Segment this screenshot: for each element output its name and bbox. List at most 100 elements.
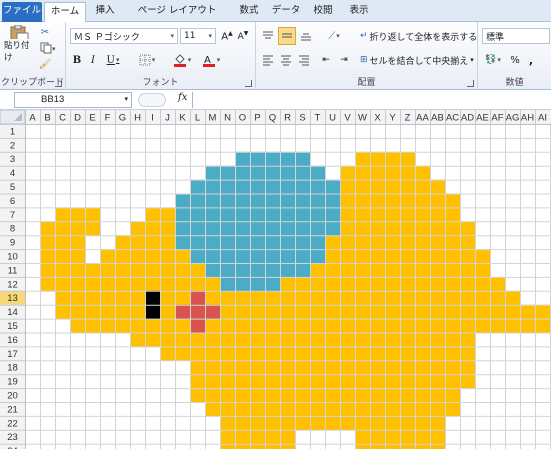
filled-cell-body[interactable]	[490, 318, 506, 333]
grow-font-button[interactable]: A▲	[220, 28, 234, 44]
filled-cell-body[interactable]	[370, 207, 386, 222]
tab-formulas[interactable]: 数式	[232, 2, 266, 22]
filled-cell-body[interactable]	[325, 263, 341, 278]
tab-data[interactable]: データ	[268, 2, 304, 22]
filled-cell-body[interactable]	[430, 388, 446, 403]
cut-button[interactable]: ✂	[38, 26, 52, 38]
filled-cell-ear[interactable]	[280, 235, 296, 250]
number-format-select[interactable]: 標準	[482, 28, 550, 44]
filled-cell-body[interactable]	[235, 304, 251, 319]
filled-cell-body[interactable]	[370, 235, 386, 250]
filled-cell-body[interactable]	[400, 415, 416, 431]
filled-cell-body[interactable]	[430, 290, 446, 305]
filled-cell-body[interactable]	[280, 318, 296, 333]
filled-cell-body[interactable]	[415, 235, 431, 250]
filled-cell-body[interactable]	[235, 332, 251, 347]
filled-cell-body[interactable]	[220, 346, 236, 361]
filled-cell-body[interactable]	[445, 332, 461, 347]
filled-cell-ear[interactable]	[220, 276, 236, 292]
filled-cell-body[interactable]	[220, 402, 236, 417]
fill-color-button[interactable]	[168, 52, 196, 68]
filled-cell-ear[interactable]	[175, 207, 191, 222]
filled-cell-ear[interactable]	[235, 207, 251, 222]
filled-cell-body[interactable]	[385, 276, 401, 292]
filled-cell-ear[interactable]	[250, 249, 266, 264]
row-header-15[interactable]: 15	[7, 321, 18, 332]
filled-cell-ear[interactable]	[175, 235, 191, 250]
filled-cell-body[interactable]	[415, 374, 431, 389]
filled-cell-body[interactable]	[385, 290, 401, 305]
filled-cell-body[interactable]	[160, 290, 176, 305]
filled-cell-body[interactable]	[85, 221, 101, 236]
filled-cell-body[interactable]	[100, 304, 116, 319]
filled-cell-body[interactable]	[400, 318, 416, 333]
filled-cell-ear[interactable]	[205, 249, 221, 264]
filled-cell-body[interactable]	[250, 415, 266, 431]
filled-cell-body[interactable]	[295, 290, 311, 305]
filled-cell-body[interactable]	[445, 221, 461, 236]
filled-cell-body[interactable]	[415, 402, 431, 417]
filled-cell-body[interactable]	[160, 221, 176, 236]
filled-cell-body[interactable]	[310, 346, 326, 361]
filled-cell-ear[interactable]	[190, 193, 206, 208]
filled-cell-ear[interactable]	[295, 221, 311, 236]
filled-cell-body[interactable]	[460, 304, 476, 319]
filled-cell-body[interactable]	[430, 221, 446, 236]
filled-cell-body[interactable]	[400, 165, 416, 180]
filled-cell-body[interactable]	[415, 221, 431, 236]
filled-cell-ear[interactable]	[190, 235, 206, 250]
filled-cell-body[interactable]	[145, 235, 161, 250]
filled-cell-body[interactable]	[280, 346, 296, 361]
filled-cell-body[interactable]	[205, 318, 221, 333]
column-header-u[interactable]: U	[329, 113, 336, 124]
filled-cell-body[interactable]	[250, 360, 266, 375]
column-header-h[interactable]: H	[134, 113, 141, 124]
filled-cell-body[interactable]	[145, 249, 161, 264]
filled-cell-body[interactable]	[370, 249, 386, 264]
filled-cell-body[interactable]	[475, 304, 491, 319]
filled-cell-body[interactable]	[400, 332, 416, 347]
filled-cell-body[interactable]	[385, 304, 401, 319]
filled-cell-body[interactable]	[460, 346, 476, 361]
filled-cell-body[interactable]	[475, 276, 491, 292]
row-header-9[interactable]: 9	[10, 238, 15, 249]
filled-cell-body[interactable]	[370, 193, 386, 208]
filled-cell-body[interactable]	[130, 263, 146, 278]
filled-cell-body[interactable]	[175, 249, 191, 264]
filled-cell-body[interactable]	[325, 290, 341, 305]
column-header-r[interactable]: R	[284, 113, 291, 124]
filled-cell-body[interactable]	[400, 263, 416, 278]
filled-cell-body[interactable]	[415, 249, 431, 264]
filled-cell-ear[interactable]	[205, 221, 221, 236]
filled-cell-body[interactable]	[235, 290, 251, 305]
filled-cell-body[interactable]	[490, 304, 506, 319]
filled-cell-body[interactable]	[385, 332, 401, 347]
filled-cell-body[interactable]	[310, 290, 326, 305]
filled-cell-body[interactable]	[235, 360, 251, 375]
filled-cell-ear[interactable]	[295, 207, 311, 222]
filled-cell-body[interactable]	[460, 290, 476, 305]
filled-cell-body[interactable]	[505, 304, 521, 319]
column-header-aa[interactable]: AA	[416, 113, 429, 124]
filled-cell-body[interactable]	[355, 415, 371, 431]
filled-cell-body[interactable]	[325, 374, 341, 389]
filled-cell-body[interactable]	[190, 263, 206, 278]
filled-cell-body[interactable]	[55, 276, 71, 292]
filled-cell-body[interactable]	[295, 415, 311, 431]
filled-cell-body[interactable]	[85, 263, 101, 278]
filled-cell-body[interactable]	[370, 179, 386, 194]
filled-cell-ear[interactable]	[265, 193, 281, 208]
filled-cell-body[interactable]	[415, 415, 431, 431]
tab-file[interactable]: ファイル	[2, 2, 42, 22]
filled-cell-ear[interactable]	[325, 221, 341, 236]
tab-review[interactable]: 校閲	[306, 2, 340, 22]
column-header-x[interactable]: X	[374, 113, 381, 124]
filled-cell-body[interactable]	[70, 249, 86, 264]
filled-cell-body[interactable]	[85, 276, 101, 292]
filled-cell-body[interactable]	[445, 304, 461, 319]
filled-cell-body[interactable]	[475, 263, 491, 278]
row-header-6[interactable]: 6	[10, 196, 15, 207]
filled-cell-ear[interactable]	[250, 207, 266, 222]
filled-cell-body[interactable]	[160, 235, 176, 250]
filled-cell-body[interactable]	[445, 235, 461, 250]
